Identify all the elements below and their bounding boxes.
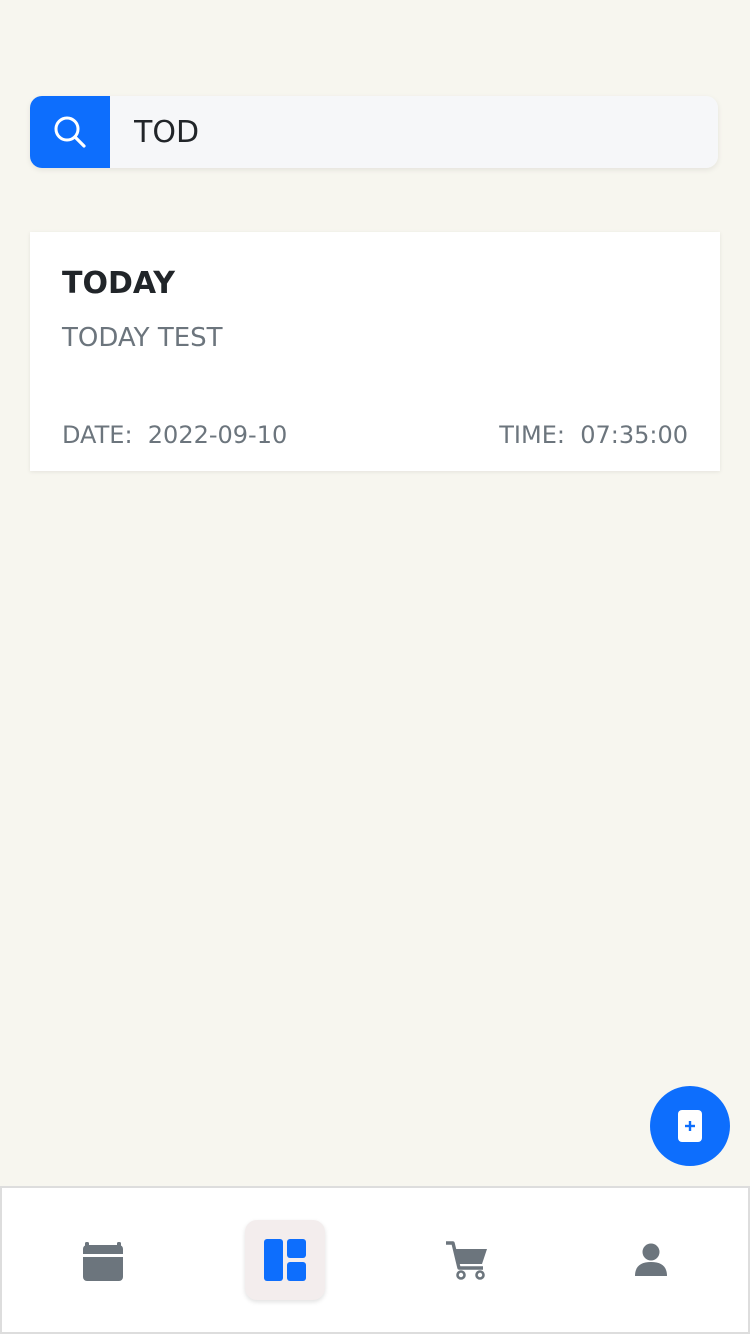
calendar-icon: [83, 1242, 123, 1281]
result-card[interactable]: TODAY TODAY TEST DATE: 2022-09-10 TIME: …: [30, 232, 720, 471]
search-icon: [54, 116, 86, 148]
nav-profile[interactable]: [611, 1220, 691, 1300]
search-button[interactable]: [30, 96, 110, 168]
bottom-navigation: [0, 1186, 750, 1334]
app-screen: TODAY TODAY TEST DATE: 2022-09-10 TIME: …: [0, 0, 750, 1334]
search-input[interactable]: [110, 96, 718, 168]
card-date: DATE: 2022-09-10: [62, 421, 288, 449]
nav-calendar[interactable]: [63, 1220, 143, 1300]
card-time: TIME: 07:35:00: [499, 421, 688, 449]
add-note-icon: [678, 1110, 702, 1142]
add-note-button[interactable]: [650, 1086, 730, 1166]
nav-cart[interactable]: [427, 1220, 507, 1300]
dashboard-icon: [264, 1239, 306, 1281]
card-title: TODAY: [62, 266, 175, 301]
cart-icon: [446, 1241, 487, 1280]
nav-dashboard[interactable]: [245, 1220, 325, 1300]
user-icon: [635, 1243, 667, 1276]
search-bar: [30, 96, 718, 168]
card-description: TODAY TEST: [62, 323, 223, 353]
